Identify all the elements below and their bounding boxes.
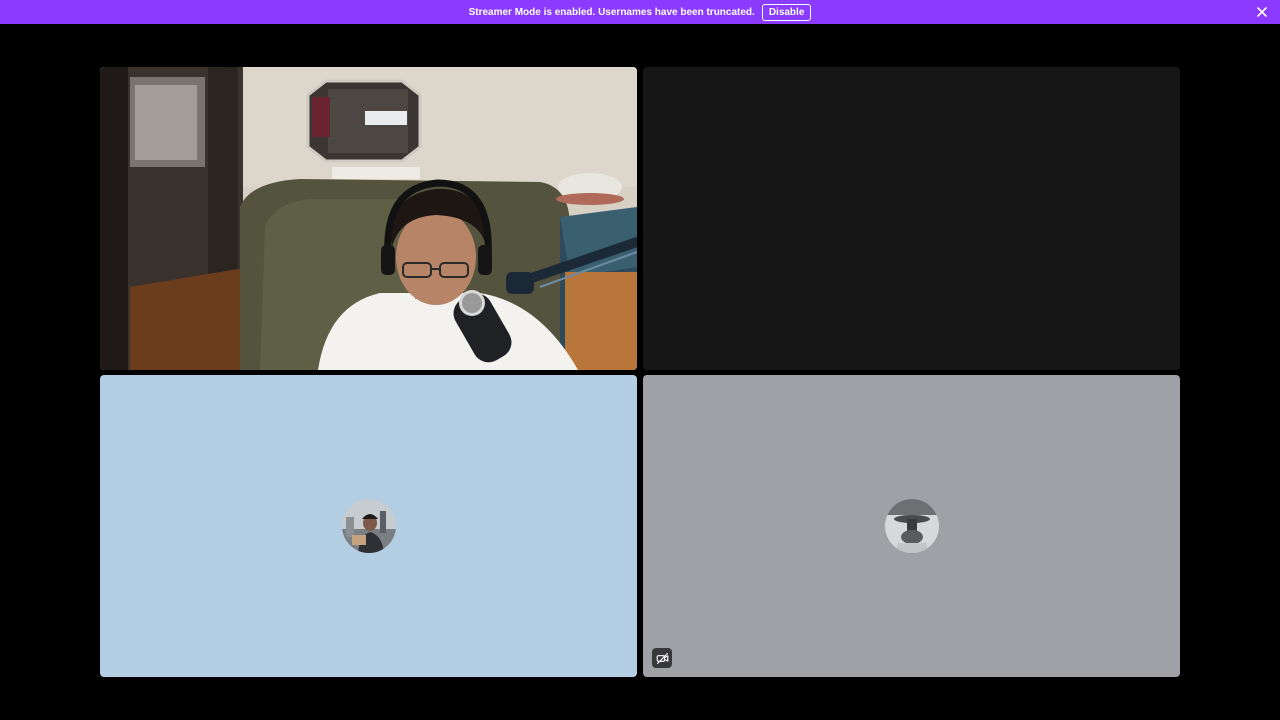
video-off-icon [656,652,668,664]
avatar-image [341,499,396,553]
webcam-video-feed [100,67,637,370]
participant-tile-avatar-2[interactable] [643,375,1180,677]
streamer-mode-banner: Streamer Mode is enabled. Usernames have… [0,0,1280,24]
participant-avatar-2 [884,499,939,553]
participant-tile-webcam[interactable] [100,67,637,370]
participant-tile-empty[interactable] [643,67,1180,370]
participant-tile-avatar-1[interactable] [100,375,637,677]
participant-avatar-1 [341,499,396,553]
disable-streamer-mode-button[interactable]: Disable [761,3,812,21]
video-off-badge [652,648,672,668]
avatar-image [884,499,939,553]
close-icon[interactable] [1254,4,1270,20]
streamer-mode-message: Streamer Mode is enabled. Usernames have… [468,6,755,18]
